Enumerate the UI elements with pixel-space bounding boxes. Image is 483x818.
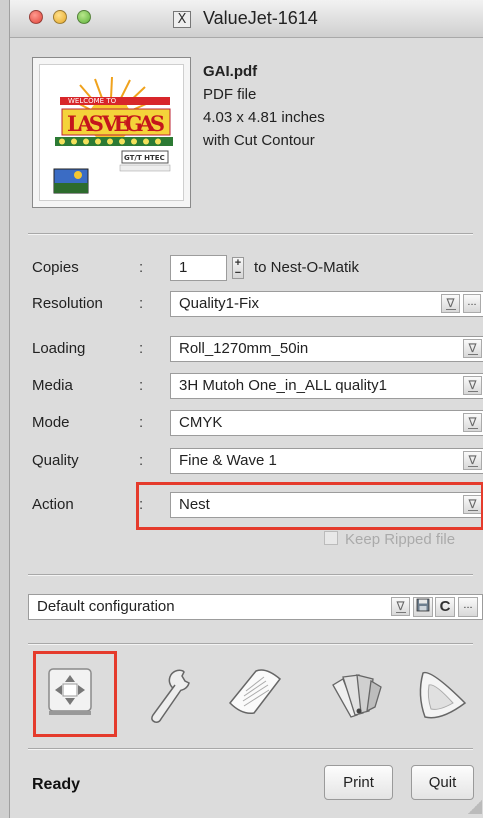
colon: :: [139, 295, 144, 312]
colon: :: [139, 452, 144, 469]
resize-grip[interactable]: [468, 800, 482, 814]
keep-ripped-label: Keep Ripped file: [345, 531, 456, 548]
mode-dropdown-button[interactable]: ∇: [463, 413, 482, 432]
mode-row: Mode : CMYK ∇: [32, 410, 483, 436]
file-dimensions: 4.03 x 4.81 inches: [203, 109, 325, 126]
svg-text:LAS VEGAS: LAS VEGAS: [67, 111, 165, 136]
app-window: X ValueJet-1614 WELCOME TO LAS VEGAS GT/…: [9, 0, 483, 818]
color-profile-icon: [419, 671, 467, 719]
app-icon: X: [173, 11, 191, 28]
action-highlight-box: [136, 482, 483, 530]
copies-label: Copies: [32, 259, 79, 276]
resolution-more-button[interactable]: ...: [463, 294, 481, 313]
copies-stepper[interactable]: + −: [232, 257, 244, 279]
save-configuration-button[interactable]: [413, 597, 433, 617]
print-button[interactable]: Print: [324, 765, 393, 800]
minimize-window-button[interactable]: [53, 10, 67, 24]
colon: :: [139, 259, 144, 276]
quality-select[interactable]: Fine & Wave 1: [170, 448, 483, 474]
zoom-window-button[interactable]: [77, 10, 91, 24]
colon: :: [139, 377, 144, 394]
mode-label: Mode: [32, 414, 70, 431]
layout-tool-highlight-box: [33, 651, 117, 737]
media-select[interactable]: 3H Mutoh One_in_ALL quality1: [170, 373, 483, 399]
media-label: Media: [32, 377, 73, 394]
file-info: GAI.pdf PDF file 4.03 x 4.81 inches with…: [203, 60, 325, 152]
loading-label: Loading: [32, 340, 86, 357]
file-note: with Cut Contour: [203, 132, 315, 149]
divider: [28, 748, 473, 750]
configuration-row: Default configuration ∇ C ...: [28, 594, 483, 620]
tools-button[interactable]: [139, 657, 203, 731]
color-settings-button[interactable]: [321, 657, 385, 731]
colon: :: [139, 340, 144, 357]
media-dropdown-button[interactable]: ∇: [463, 376, 482, 395]
status-text: Ready: [32, 776, 81, 793]
quality-label: Quality: [32, 452, 79, 469]
divider: [28, 574, 473, 576]
action-label: Action: [32, 496, 74, 513]
loading-dropdown-button[interactable]: ∇: [463, 339, 482, 358]
loading-select[interactable]: Roll_1270mm_50in: [170, 336, 483, 362]
las-vegas-graphic-thumbnail: WELCOME TO LAS VEGAS GT/T HTEC: [39, 64, 184, 201]
media-row: Media : 3H Mutoh One_in_ALL quality1 ∇: [32, 373, 483, 399]
configuration-more-button[interactable]: ...: [458, 597, 478, 617]
quit-button[interactable]: Quit: [411, 765, 474, 800]
configuration-dropdown-button[interactable]: ∇: [391, 597, 410, 616]
keep-ripped-checkbox[interactable]: Keep Ripped file: [324, 531, 455, 548]
close-window-button[interactable]: [29, 10, 43, 24]
paper-media-icon: [228, 669, 282, 715]
colon: :: [139, 414, 144, 431]
resolution-select[interactable]: Quality1-Fix: [170, 291, 483, 317]
media-settings-button[interactable]: [222, 657, 286, 731]
divider: [28, 233, 473, 235]
resolution-label: Resolution: [32, 295, 103, 312]
copies-row: Copies : 1 + − to Nest-O-Matik: [32, 255, 483, 281]
checkbox-icon: [324, 531, 338, 545]
refresh-icon: C: [439, 598, 451, 615]
color-profile-button[interactable]: [407, 657, 471, 731]
divider: [28, 643, 473, 645]
quality-dropdown-button[interactable]: ∇: [463, 451, 482, 470]
file-name: GAI.pdf: [203, 63, 258, 80]
wrench-icon: [151, 669, 190, 723]
svg-text:WELCOME TO: WELCOME TO: [68, 97, 117, 105]
color-swatch-icon: [332, 674, 382, 718]
floppy-disk-icon: [416, 598, 430, 612]
mode-select[interactable]: CMYK: [170, 410, 483, 436]
file-type: PDF file: [203, 86, 257, 103]
resolution-row: Resolution : Quality1-Fix ∇ ...: [32, 291, 483, 317]
svg-text:GT/T HTEC: GT/T HTEC: [124, 154, 165, 162]
window-title: ValueJet-1614: [203, 8, 318, 28]
copies-input[interactable]: 1: [170, 255, 227, 281]
title-bar: X ValueJet-1614: [10, 0, 483, 38]
quality-row: Quality : Fine & Wave 1 ∇: [32, 448, 483, 474]
file-preview: WELCOME TO LAS VEGAS GT/T HTEC: [32, 57, 191, 208]
loading-row: Loading : Roll_1270mm_50in ∇: [32, 336, 483, 362]
copies-destination: to Nest-O-Matik: [254, 259, 360, 276]
refresh-configuration-button[interactable]: C: [435, 597, 455, 617]
resolution-dropdown-button[interactable]: ∇: [441, 294, 460, 313]
